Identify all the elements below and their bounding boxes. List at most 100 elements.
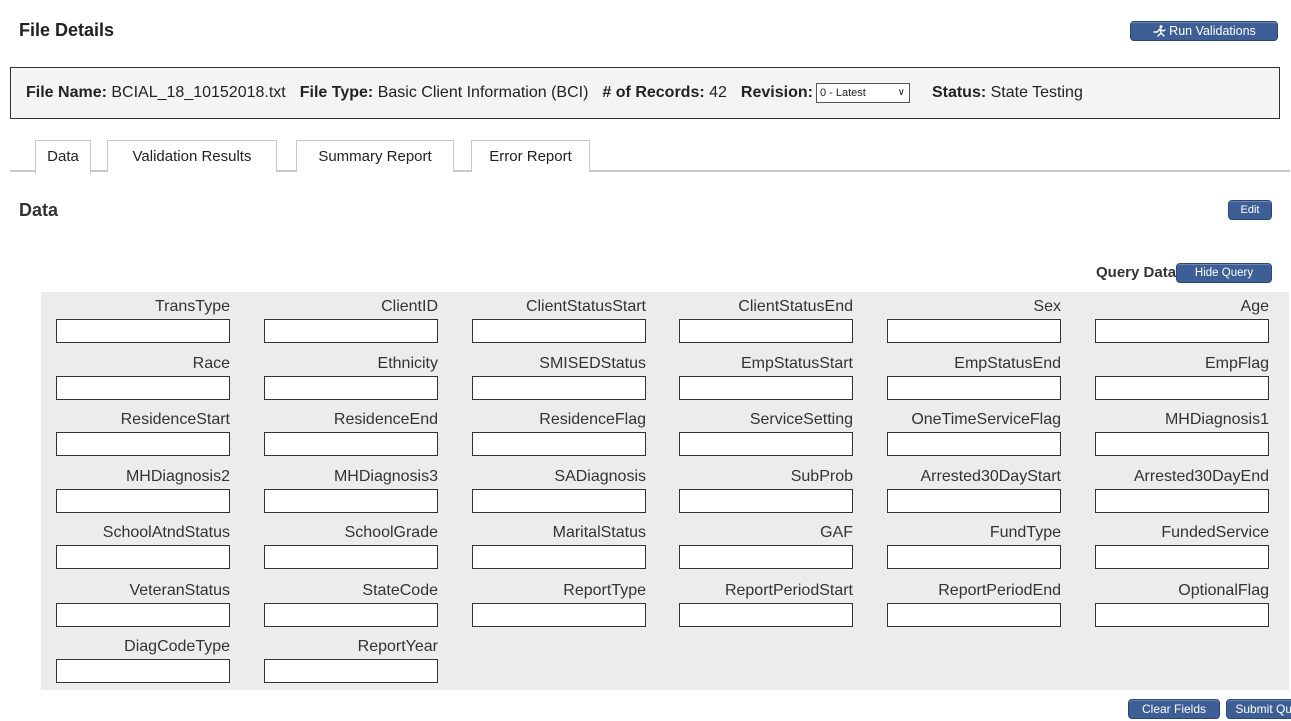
query-field-input[interactable] <box>679 319 853 343</box>
query-field-input[interactable] <box>264 659 438 683</box>
query-field-input[interactable] <box>472 489 646 513</box>
query-field: ClientID <box>264 298 438 343</box>
query-field: StateCode <box>264 582 438 627</box>
query-field-input[interactable] <box>1095 603 1269 627</box>
query-field-input[interactable] <box>264 319 438 343</box>
clear-fields-button[interactable]: Clear Fields <box>1128 699 1220 719</box>
query-field-label: MHDiagnosis1 <box>1164 411 1269 428</box>
query-field: ReportPeriodEnd <box>887 582 1061 627</box>
revision-select-value: 0 - Latest <box>819 87 866 99</box>
query-field-input[interactable] <box>264 432 438 456</box>
query-field: Race <box>56 355 230 400</box>
query-field: Arrested30DayStart <box>887 468 1061 513</box>
query-field-input[interactable] <box>887 319 1061 343</box>
tab-validation-results[interactable]: Validation Results <box>107 140 277 172</box>
query-field-input[interactable] <box>56 603 230 627</box>
query-field-input[interactable] <box>56 489 230 513</box>
query-field-input[interactable] <box>887 545 1061 569</box>
query-field: Arrested30DayEnd <box>1095 468 1269 513</box>
query-field-label: EmpFlag <box>1204 355 1269 372</box>
query-field-label: Arrested30DayEnd <box>1133 468 1269 485</box>
query-field-input[interactable] <box>1095 545 1269 569</box>
query-field-label: ClientStatusStart <box>525 298 646 315</box>
edit-button[interactable]: Edit <box>1228 200 1272 220</box>
query-field-input[interactable] <box>472 376 646 400</box>
query-field-input[interactable] <box>679 432 853 456</box>
query-field-label: ReportYear <box>357 638 438 655</box>
query-field-input[interactable] <box>472 545 646 569</box>
query-field-input[interactable] <box>472 319 646 343</box>
query-field-input[interactable] <box>56 659 230 683</box>
query-field: SchoolGrade <box>264 524 438 569</box>
query-field-input[interactable] <box>56 545 230 569</box>
query-field-input[interactable] <box>887 432 1061 456</box>
query-field-label: Arrested30DayStart <box>920 468 1061 485</box>
query-field-label: ResidenceEnd <box>333 411 438 428</box>
query-data-label: Query Data <box>1096 264 1177 281</box>
query-field-label: ResidenceStart <box>120 411 230 428</box>
running-person-icon <box>1153 25 1166 37</box>
query-field: TransType <box>56 298 230 343</box>
query-field-input[interactable] <box>679 545 853 569</box>
query-field: MaritalStatus <box>472 524 646 569</box>
query-field: VeteranStatus <box>56 582 230 627</box>
query-field: ClientStatusEnd <box>679 298 853 343</box>
query-field: MHDiagnosis1 <box>1095 411 1269 456</box>
query-field-input[interactable] <box>679 489 853 513</box>
query-field-label: FundedService <box>1161 524 1269 541</box>
tab-error-report[interactable]: Error Report <box>471 140 590 172</box>
query-field-input[interactable] <box>264 545 438 569</box>
query-field-label: SchoolGrade <box>344 524 438 541</box>
query-field: EmpFlag <box>1095 355 1269 400</box>
query-field-input[interactable] <box>56 432 230 456</box>
query-field-input[interactable] <box>679 603 853 627</box>
query-field-label: StateCode <box>362 582 438 599</box>
query-field: SMISEDStatus <box>472 355 646 400</box>
query-field-input[interactable] <box>264 603 438 627</box>
query-field-input[interactable] <box>887 603 1061 627</box>
query-field: ReportYear <box>264 638 438 683</box>
query-field-label: ReportPeriodStart <box>724 582 853 599</box>
query-field-input[interactable] <box>264 376 438 400</box>
query-field-label: Race <box>192 355 230 372</box>
revision-select[interactable]: 0 - Latest ∨ <box>815 83 910 103</box>
query-field-label: SubProb <box>790 468 853 485</box>
query-field-label: Ethnicity <box>377 355 438 372</box>
status-value: State Testing <box>990 84 1083 101</box>
query-field: ReportPeriodStart <box>679 582 853 627</box>
run-validations-button[interactable]: Run Validations <box>1130 21 1278 41</box>
query-field-label: ReportType <box>563 582 646 599</box>
tab-data[interactable]: Data <box>35 140 91 174</box>
tab-summary-report[interactable]: Summary Report <box>296 140 454 172</box>
query-field: ReportType <box>472 582 646 627</box>
query-field-input[interactable] <box>1095 319 1269 343</box>
query-field: OneTimeServiceFlag <box>887 411 1061 456</box>
submit-query-button[interactable]: Submit Query <box>1226 699 1291 719</box>
query-field-label: Age <box>1240 298 1269 315</box>
query-field: ResidenceStart <box>56 411 230 456</box>
records-value: 42 <box>709 84 727 101</box>
page-title: File Details <box>19 20 115 40</box>
query-field-input[interactable] <box>56 319 230 343</box>
query-field: DiagCodeType <box>56 638 230 683</box>
query-field-input[interactable] <box>887 376 1061 400</box>
query-field-input[interactable] <box>1095 432 1269 456</box>
query-field: MHDiagnosis3 <box>264 468 438 513</box>
hide-query-button[interactable]: Hide Query <box>1176 263 1272 283</box>
query-field-input[interactable] <box>472 603 646 627</box>
query-field-input[interactable] <box>679 376 853 400</box>
query-field-input[interactable] <box>472 432 646 456</box>
query-field-input[interactable] <box>1095 376 1269 400</box>
query-field-input[interactable] <box>1095 489 1269 513</box>
query-field-input[interactable] <box>264 489 438 513</box>
query-field: Sex <box>887 298 1061 343</box>
query-field-input[interactable] <box>56 376 230 400</box>
status-label: Status: <box>931 84 987 101</box>
query-field: EmpStatusEnd <box>887 355 1061 400</box>
query-field-label: MHDiagnosis2 <box>125 468 230 485</box>
query-field-input[interactable] <box>887 489 1061 513</box>
file-info-bar: File Name: BCIAL_18_10152018.txt File Ty… <box>10 67 1280 119</box>
query-field: GAF <box>679 524 853 569</box>
file-name-value: BCIAL_18_10152018.txt <box>111 84 286 101</box>
query-field: FundType <box>887 524 1061 569</box>
